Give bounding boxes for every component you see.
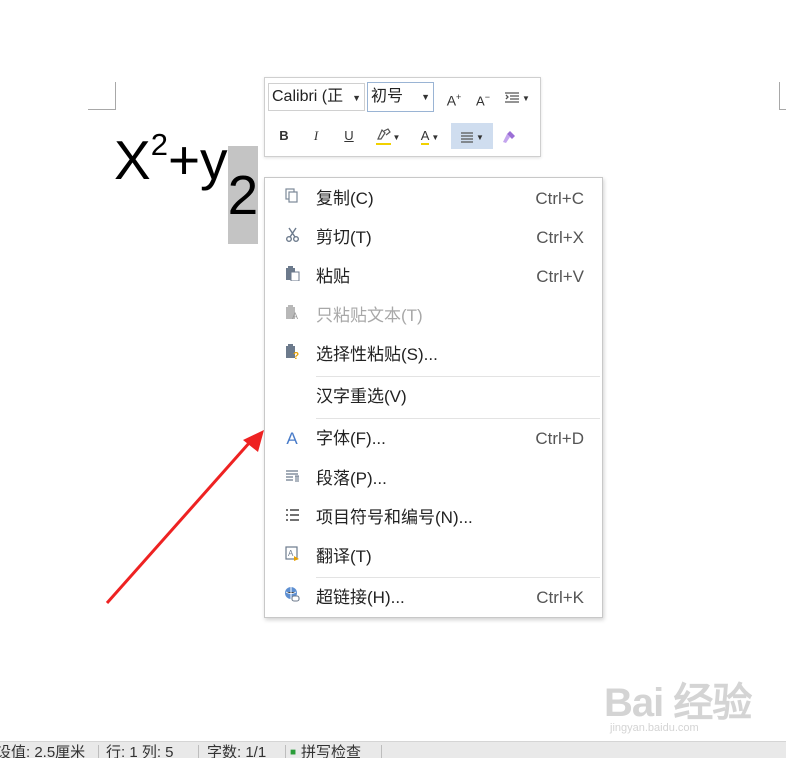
status-separator xyxy=(98,745,99,758)
watermark-url: jingyan.baidu.com xyxy=(610,722,699,734)
status-separator xyxy=(381,745,382,758)
status-word-count[interactable]: 字数: 1/1 xyxy=(207,742,266,758)
watermark-logo: Bai 经验 xyxy=(604,681,752,725)
spell-check-indicator-icon: ■ xyxy=(290,747,297,758)
status-spell-check[interactable]: 拼写检查 xyxy=(301,742,361,758)
status-separator xyxy=(285,745,286,758)
baidu-jingyan-watermark: Bai 经验 jingyan.baidu.com xyxy=(604,670,752,734)
annotation-arrow xyxy=(105,430,264,604)
status-line-column: 行: 1 列: 5 xyxy=(106,744,174,758)
status-bar: 设值: 2.5厘米 行: 1 列: 5 字数: 1/1 ■ 拼写检查 xyxy=(0,741,786,758)
status-position: 设值: 2.5厘米 xyxy=(0,744,86,758)
status-separator xyxy=(198,745,199,758)
